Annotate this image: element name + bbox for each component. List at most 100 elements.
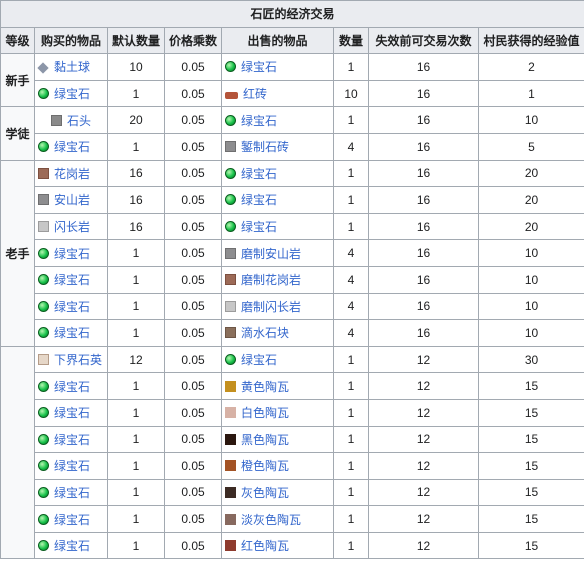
sell-item-link[interactable]: 绿宝石 <box>241 114 277 128</box>
buy-item-link[interactable]: 绿宝石 <box>54 380 90 394</box>
qty-cell: 10 <box>333 79 369 108</box>
sell-item-link[interactable]: 绿宝石 <box>241 353 277 367</box>
sell-item-link[interactable]: 磨制闪长岩 <box>241 300 301 314</box>
villager-xp-cell: 1 <box>477 79 584 108</box>
qty-cell: 1 <box>333 212 369 241</box>
buy-item-link[interactable]: 绿宝石 <box>54 326 90 340</box>
max-uses-cell: 12 <box>368 531 479 560</box>
max-uses-cell: 16 <box>368 186 479 214</box>
default-qty-cell: 10 <box>107 53 165 81</box>
header-level: 等级 <box>0 26 35 55</box>
header-default-qty: 默认数量 <box>107 26 165 55</box>
table-row: 绿宝石 1 0.05 滴水石块 4 16 10 <box>1 319 584 347</box>
emerald-icon <box>225 354 236 366</box>
sell-item-cell: 绿宝石 <box>221 345 334 374</box>
sell-item-link[interactable]: 磨制安山岩 <box>241 247 301 261</box>
buy-item-link[interactable]: 绿宝石 <box>54 273 90 287</box>
table-row: 老手 花岗岩 16 0.05 绿宝石 1 16 20 <box>0 159 584 347</box>
emerald-icon <box>225 114 236 126</box>
sell-item-cell: 黑色陶瓦 <box>221 425 334 454</box>
sell-item-link[interactable]: 淡灰色陶瓦 <box>241 513 301 527</box>
granite-icon <box>38 167 49 179</box>
table-row: 绿宝石 1 0.05 黄色陶瓦 1 12 15 <box>1 372 584 400</box>
header-qty: 数量 <box>333 26 369 55</box>
buy-item-link[interactable]: 闪长岩 <box>54 220 90 234</box>
table-row: 绿宝石 1 0.05 白色陶瓦 1 12 15 <box>1 398 584 427</box>
villager-xp-cell: 2 <box>477 53 584 81</box>
buy-item-link[interactable]: 绿宝石 <box>54 300 90 314</box>
chiseled-stone-bricks-icon <box>225 141 236 153</box>
orange-terracotta-icon <box>225 460 236 472</box>
default-qty-cell: 16 <box>107 159 165 188</box>
buy-item-link[interactable]: 绿宝石 <box>54 247 90 261</box>
buy-item-link[interactable]: 绿宝石 <box>54 486 90 500</box>
villager-xp-cell: 15 <box>477 372 584 400</box>
sell-item-cell: 绿宝石 <box>221 53 334 81</box>
trade-table: 石匠的经济交易 等级 购买的物品 默认数量 价格乘数 出售的物品 数量 失效前可… <box>0 0 584 560</box>
emerald-icon <box>225 167 236 179</box>
buy-item-link[interactable]: 绿宝石 <box>54 87 90 101</box>
buy-item-cell: 绿宝石 <box>34 372 108 400</box>
villager-xp-cell: 20 <box>477 186 584 214</box>
default-qty-cell: 1 <box>107 398 165 427</box>
sell-item-link[interactable]: 绿宝石 <box>241 220 277 234</box>
buy-item-link[interactable]: 绿宝石 <box>54 459 90 473</box>
header-buy-item: 购买的物品 <box>34 26 108 55</box>
default-qty-cell: 1 <box>107 132 165 161</box>
sell-item-link[interactable]: 绿宝石 <box>241 167 277 181</box>
qty-cell: 1 <box>333 159 369 188</box>
sell-item-cell: 红砖 <box>221 79 334 108</box>
sell-item-link[interactable]: 绿宝石 <box>241 60 277 74</box>
buy-item-link[interactable]: 石头 <box>67 114 91 128</box>
sell-item-link[interactable]: 红砖 <box>243 87 267 101</box>
sell-item-link[interactable]: 绿宝石 <box>241 193 277 207</box>
sell-item-link[interactable]: 灰色陶瓦 <box>241 486 289 500</box>
buy-item-cell: 绿宝石 <box>34 265 108 294</box>
sell-item-link[interactable]: 白色陶瓦 <box>241 406 289 420</box>
sell-item-link[interactable]: 黑色陶瓦 <box>241 433 289 447</box>
white-terracotta-icon <box>225 407 236 419</box>
price-multiplier-cell: 0.05 <box>164 239 222 267</box>
sell-item-cell: 淡灰色陶瓦 <box>221 505 334 533</box>
sell-item-link[interactable]: 磨制花岗岩 <box>241 273 301 287</box>
table-row: 绿宝石 1 0.05 红砖 10 16 1 <box>1 79 584 108</box>
buy-item-link[interactable]: 绿宝石 <box>54 513 90 527</box>
nether-quartz-icon <box>38 354 49 366</box>
sell-item-cell: 橙色陶瓦 <box>221 452 334 480</box>
sell-item-link[interactable]: 红色陶瓦 <box>241 539 289 553</box>
sell-item-link[interactable]: 黄色陶瓦 <box>241 380 289 394</box>
emerald-icon <box>38 486 49 498</box>
table-row: 绿宝石 1 0.05 淡灰色陶瓦 1 12 15 <box>1 505 584 533</box>
table-row: 绿宝石 1 0.05 黑色陶瓦 1 12 15 <box>1 425 584 454</box>
villager-xp-cell: 10 <box>477 292 584 321</box>
buy-item-link[interactable]: 绿宝石 <box>54 140 90 154</box>
max-uses-cell: 12 <box>368 398 479 427</box>
buy-item-link[interactable]: 绿宝石 <box>54 406 90 420</box>
default-qty-cell: 1 <box>107 478 165 507</box>
buy-item-link[interactable]: 黏土球 <box>54 60 90 74</box>
buy-item-cell: 安山岩 <box>34 186 108 214</box>
emerald-icon <box>38 460 49 472</box>
buy-item-cell: 花岗岩 <box>34 159 108 188</box>
villager-xp-cell: 10 <box>477 106 584 134</box>
sell-item-cell: 磨制安山岩 <box>221 239 334 267</box>
sell-item-link[interactable]: 滴水石块 <box>241 326 289 340</box>
buy-item-link[interactable]: 绿宝石 <box>54 433 90 447</box>
default-qty-cell: 1 <box>107 239 165 267</box>
sell-item-cell: 红色陶瓦 <box>221 531 334 560</box>
table-row: 新手 黏土球 10 0.05 绿宝石 1 16 2 <box>0 53 584 108</box>
qty-cell: 4 <box>333 292 369 321</box>
buy-item-cell: 石头 <box>34 106 108 134</box>
buy-item-link[interactable]: 花岗岩 <box>54 167 90 181</box>
price-multiplier-cell: 0.05 <box>164 372 222 400</box>
header-price-multiplier: 价格乘数 <box>164 26 222 55</box>
buy-item-link[interactable]: 下界石英 <box>54 353 102 367</box>
qty-cell: 4 <box>333 319 369 347</box>
stone-icon <box>50 114 62 126</box>
sell-item-link[interactable]: 橙色陶瓦 <box>241 459 289 473</box>
buy-item-link[interactable]: 安山岩 <box>54 193 90 207</box>
sell-item-cell: 绿宝石 <box>221 186 334 214</box>
sell-item-link[interactable]: 錾制石砖 <box>241 140 289 154</box>
clay-ball-icon <box>37 62 49 75</box>
buy-item-link[interactable]: 绿宝石 <box>54 539 90 553</box>
